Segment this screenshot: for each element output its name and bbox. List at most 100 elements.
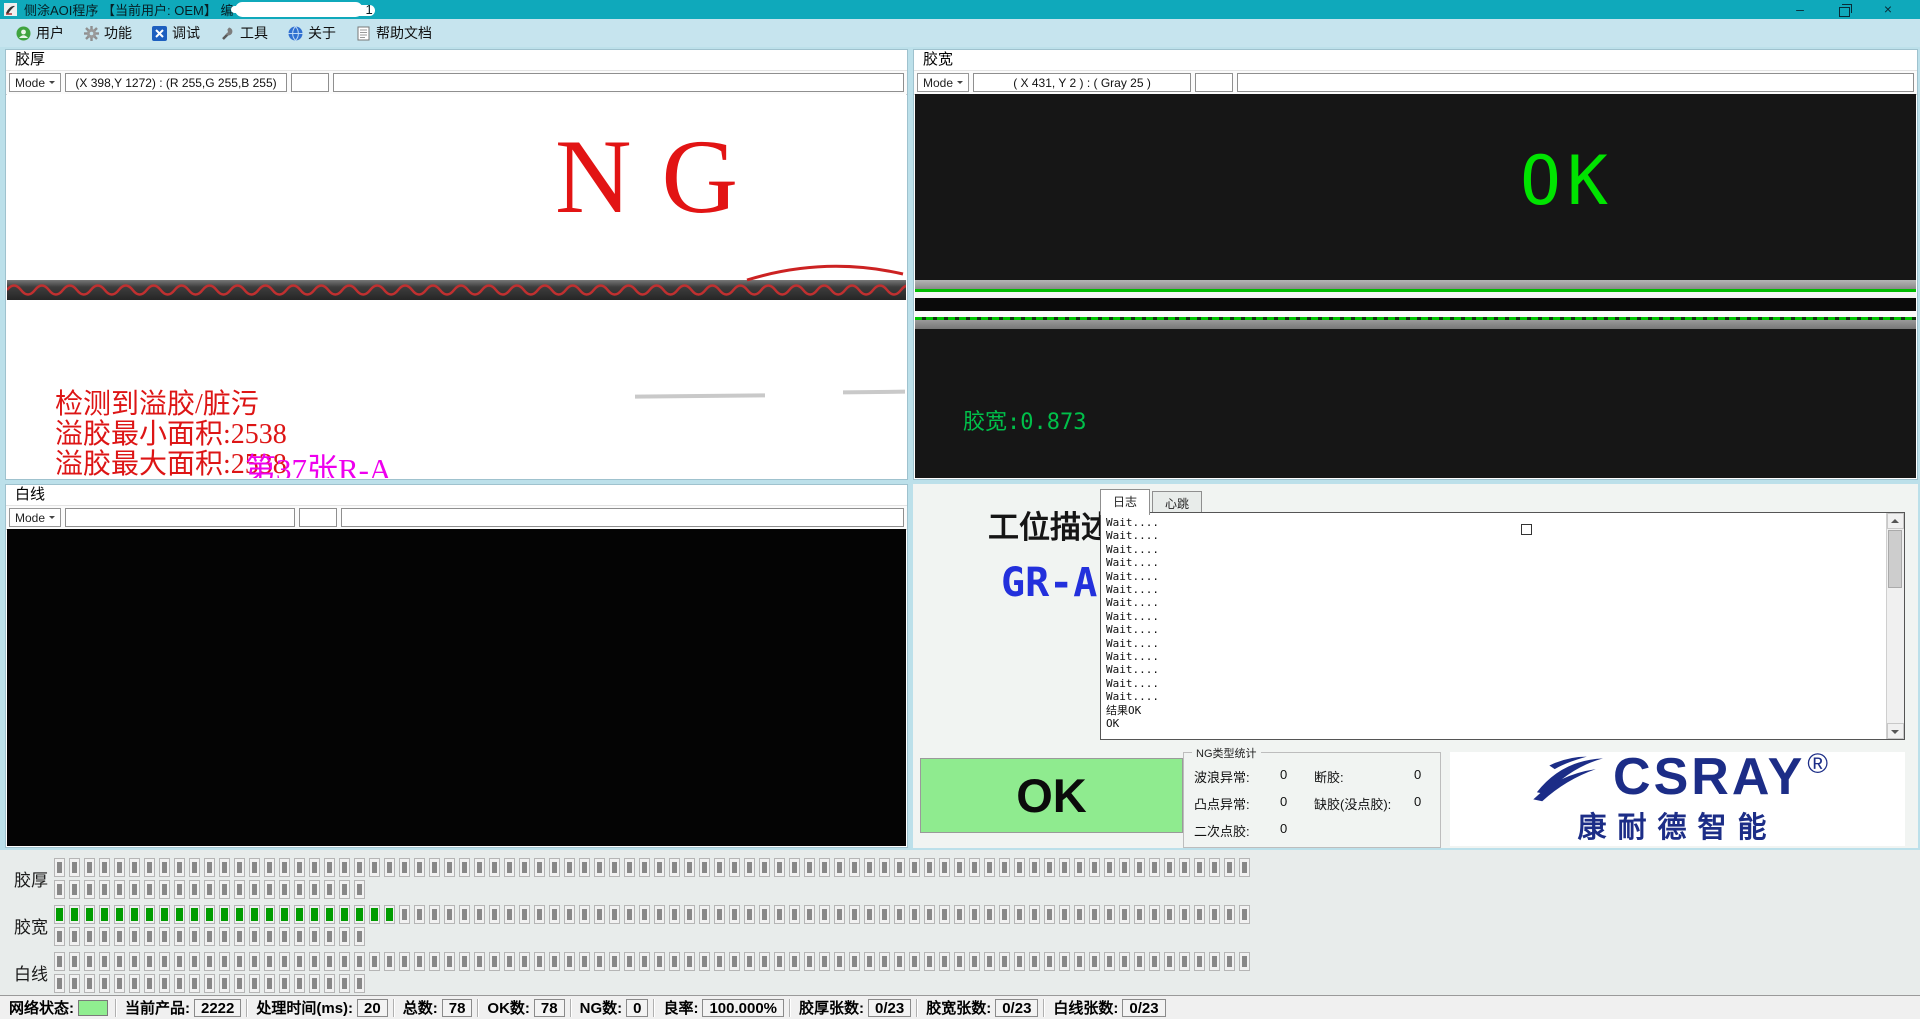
log-line: Wait....	[1106, 596, 1882, 609]
indicator-cell	[99, 905, 110, 924]
indicator-cell	[1074, 952, 1085, 971]
indicator-cell	[1014, 905, 1025, 924]
indicator-cell	[204, 952, 215, 971]
indicator-cell	[1179, 952, 1190, 971]
minimize-button[interactable]: –	[1778, 0, 1822, 19]
indicator-cell	[609, 952, 620, 971]
restore-button[interactable]	[1822, 3, 1866, 17]
indicator-cell	[894, 858, 905, 877]
menu-item-functions[interactable]: 功能	[74, 20, 142, 46]
indicator-cell	[144, 858, 155, 877]
indicator-cell	[624, 858, 635, 877]
indicator-cell	[999, 858, 1010, 877]
menu-bar: 用户 功能 调试 工具 关于 帮助文档	[0, 19, 1920, 47]
indicator-cell	[69, 927, 80, 946]
indicator-cell	[1089, 905, 1100, 924]
indicator-cell	[714, 905, 725, 924]
menu-item-help[interactable]: 帮助文档	[346, 20, 442, 46]
indicator-cell	[159, 858, 170, 877]
registered-mark: ®	[1807, 753, 1828, 775]
indicator-cell	[99, 858, 110, 877]
indicator-cell	[324, 905, 335, 924]
indicator-cell	[369, 858, 380, 877]
status-value: 0/23	[868, 999, 911, 1017]
indicator-group-label: 白线	[14, 960, 54, 985]
log-checkbox[interactable]	[1521, 524, 1532, 535]
indicator-cell	[354, 905, 365, 924]
menu-item-tools[interactable]: 工具	[210, 20, 278, 46]
indicator-cell	[219, 905, 230, 924]
indicator-cell	[579, 858, 590, 877]
indicator-cell	[474, 858, 485, 877]
indicator-cell	[264, 880, 275, 899]
menu-item-debug[interactable]: 调试	[142, 20, 210, 46]
indicator-cell	[174, 858, 185, 877]
indicator-cell	[729, 858, 740, 877]
log-line: Wait....	[1106, 623, 1882, 636]
indicator-cell	[264, 952, 275, 971]
log-list: Wait....Wait....Wait....Wait....Wait....…	[1101, 513, 1887, 739]
indicator-cell	[729, 952, 740, 971]
indicator-cell	[459, 952, 470, 971]
indicator-cell	[744, 952, 755, 971]
indicator-cell	[234, 927, 245, 946]
title-bar: 侧涂AOI程序 【当前用户: OEM】 编 1 – ×	[0, 0, 1920, 19]
tab-log[interactable]: 日志	[1100, 489, 1150, 515]
log-line: Wait....	[1106, 556, 1882, 569]
network-status-indicator	[78, 1000, 108, 1016]
indicator-cell	[759, 952, 770, 971]
indicator-cell	[354, 880, 365, 899]
ng-stat-value: 0	[1414, 767, 1438, 786]
indicator-cell	[834, 858, 845, 877]
indicator-cell	[1209, 905, 1220, 924]
menu-item-user[interactable]: 用户	[6, 20, 74, 46]
indicator-cell	[309, 905, 320, 924]
indicator-cell	[459, 858, 470, 877]
indicator-cell	[339, 858, 350, 877]
frame-indicators: 胶厚胶宽白线	[14, 857, 1250, 998]
scrollbar-thumb[interactable]	[1888, 530, 1902, 588]
close-button[interactable]: ×	[1866, 0, 1910, 19]
indicator-cell	[279, 974, 290, 993]
indicator-cell	[69, 858, 80, 877]
ng-stat-label: 凸点异常:	[1194, 794, 1278, 813]
indicator-cell	[1134, 905, 1145, 924]
log-scrollbar[interactable]	[1886, 513, 1904, 739]
indicator-cell	[924, 905, 935, 924]
indicator-cell	[144, 905, 155, 924]
debug-icon	[152, 26, 167, 41]
indicator-cell	[144, 974, 155, 993]
indicator-cell	[909, 952, 920, 971]
globe-icon	[288, 26, 303, 41]
indicator-cell	[1089, 858, 1100, 877]
indicator-cell	[969, 905, 980, 924]
indicator-cell	[1224, 952, 1235, 971]
overall-result-button[interactable]: OK	[920, 758, 1183, 833]
scroll-up-icon[interactable]	[1887, 513, 1904, 529]
indicator-cell	[264, 858, 275, 877]
indicator-cell	[1089, 952, 1100, 971]
indicator-cell	[399, 858, 410, 877]
mode-dropdown[interactable]: Mode	[9, 508, 61, 527]
log-line: Wait....	[1106, 650, 1882, 663]
log-panel[interactable]: Wait....Wait....Wait....Wait....Wait....…	[1100, 512, 1905, 740]
mode-dropdown[interactable]: Mode	[9, 73, 61, 92]
indicator-cell	[1104, 905, 1115, 924]
indicator-cell	[129, 974, 140, 993]
indicator-cell	[69, 880, 80, 899]
indicator-cell	[1239, 858, 1250, 877]
indicator-row	[54, 905, 1250, 924]
frame-indicator-band: 胶厚胶宽白线	[0, 850, 1920, 995]
indicator-cell	[384, 905, 395, 924]
station-name: GR-A	[1001, 560, 1097, 606]
indicator-cell	[594, 905, 605, 924]
indicator-cell	[684, 905, 695, 924]
menu-item-about[interactable]: 关于	[278, 20, 346, 46]
indicator-cell	[519, 858, 530, 877]
indicator-cell	[84, 880, 95, 899]
scroll-down-icon[interactable]	[1887, 723, 1904, 739]
mode-dropdown[interactable]: Mode	[917, 73, 969, 92]
indicator-cell	[1239, 905, 1250, 924]
indicator-cell	[129, 905, 140, 924]
document-icon	[356, 26, 371, 41]
